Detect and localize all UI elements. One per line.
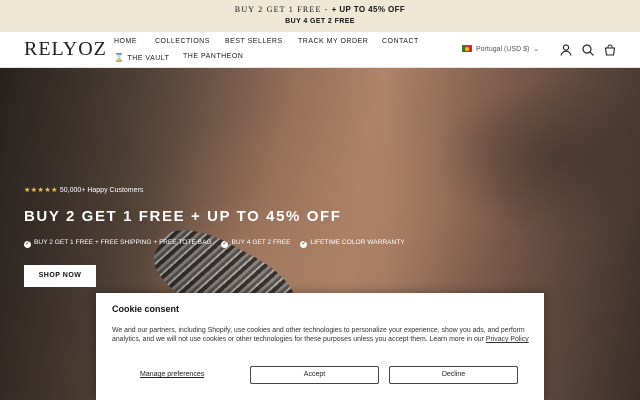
site-header: RELYOZ HOME COLLECTIONS BEST SELLERS TRA…: [0, 32, 640, 68]
privacy-policy-link[interactable]: Privacy Policy: [486, 336, 529, 343]
perk-label: BUY 4 GET 2 FREE: [231, 239, 291, 246]
hero-headline: BUY 2 GET 1 FREE + UP TO 45% OFF: [24, 208, 342, 225]
rating-stars-icon: ★★★★★: [24, 187, 58, 194]
nav-the-vault-label: THE VAULT: [127, 55, 170, 62]
cookie-consent-banner: Cookie consent We and our partners, incl…: [96, 293, 544, 400]
rating-text: 50,000+ Happy Customers: [59, 187, 144, 194]
check-icon: ✓: [221, 241, 229, 248]
hero-perks: ✓ BUY 2 GET 1 FREE + FREE SHIPPING + FREE…: [24, 239, 413, 248]
cookie-body: We and our partners, including Shopify, …: [112, 326, 532, 344]
decline-button[interactable]: Decline: [389, 366, 518, 384]
perk-item: ✓ LIFETIME COLOR WARRANTY: [300, 239, 405, 248]
announcement-separator: -: [321, 5, 332, 14]
check-icon: ✓: [300, 241, 308, 248]
nav-track-my-order[interactable]: TRACK MY ORDER: [298, 38, 368, 45]
search-icon[interactable]: [581, 43, 595, 57]
perk-label: BUY 2 GET 1 FREE + FREE SHIPPING + FREE …: [34, 239, 212, 246]
hourglass-icon: ⌛: [114, 53, 125, 62]
chevron-down-icon: ⌄: [533, 46, 540, 53]
nav-the-vault[interactable]: ⌛ THE VAULT: [114, 53, 169, 62]
announcement-highlight: + UP TO 45% OFF: [331, 5, 406, 14]
locale-selector[interactable]: Portugal (USD $) ⌄: [462, 45, 539, 53]
accept-button[interactable]: Accept: [250, 366, 379, 384]
announcement-line-1: BUY 2 GET 1 FREE - + UP TO 45% OFF: [0, 5, 640, 14]
cookie-title: Cookie consent: [112, 304, 180, 314]
nav-contact[interactable]: CONTACT: [382, 38, 419, 45]
check-icon: ✓: [24, 241, 31, 248]
portugal-flag-icon: [462, 45, 472, 52]
announcement-prefix: BUY 2 GET 1 FREE: [234, 5, 322, 14]
announcement-bar: BUY 2 GET 1 FREE - + UP TO 45% OFF BUY 4…: [0, 0, 640, 32]
manage-preferences-link[interactable]: Manage preferences: [140, 371, 204, 378]
perk-item: ✓ BUY 2 GET 1 FREE + FREE SHIPPING + FREE…: [24, 239, 212, 248]
announcement-line-2: BUY 4 GET 2 FREE: [285, 18, 355, 25]
brand-logo[interactable]: RELYOZ: [24, 38, 107, 61]
nav-home[interactable]: HOME: [114, 38, 137, 45]
nav-best-sellers[interactable]: BEST SELLERS: [225, 38, 283, 45]
nav-the-pantheon[interactable]: THE PANTHEON: [183, 53, 243, 60]
locale-label: Portugal (USD $): [476, 46, 530, 53]
account-icon[interactable]: [559, 43, 573, 57]
perk-label: LIFETIME COLOR WARRANTY: [310, 239, 405, 246]
shop-now-button[interactable]: SHOP NOW: [24, 265, 96, 287]
perk-item: ✓ BUY 4 GET 2 FREE: [221, 239, 291, 248]
hero-rating: ★★★★★ 50,000+ Happy Customers: [24, 186, 143, 194]
cart-icon[interactable]: [603, 43, 617, 57]
cookie-body-text: We and our partners, including Shopify, …: [112, 327, 525, 343]
nav-collections[interactable]: COLLECTIONS: [155, 38, 210, 45]
